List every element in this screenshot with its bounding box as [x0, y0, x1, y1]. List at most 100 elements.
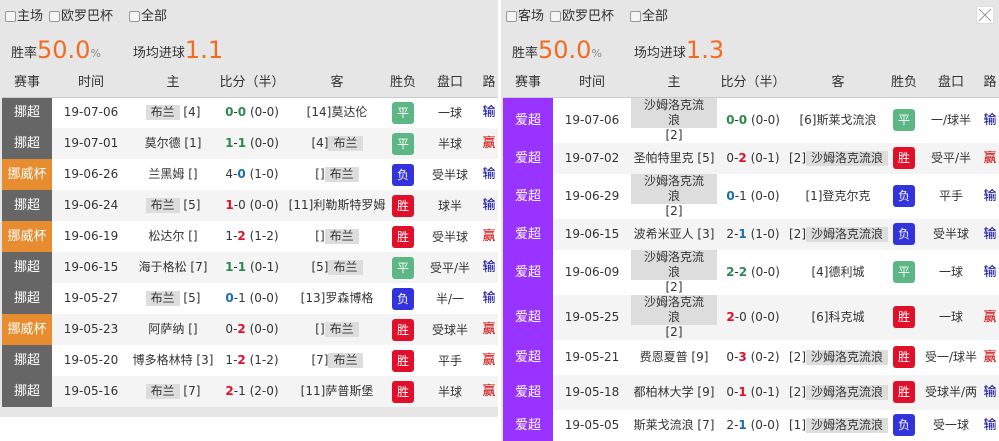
- league-cell[interactable]: 爱超: [503, 294, 553, 340]
- filter-away-checkbox[interactable]: 客场: [506, 9, 544, 25]
- league-cell[interactable]: 挪超: [2, 252, 52, 283]
- home-team-cell[interactable]: 莫尔德 [1]: [130, 128, 216, 159]
- away-team-cell[interactable]: [6]斯莱戈流浪: [789, 97, 887, 143]
- home-team-name[interactable]: 沙姆洛克流浪: [631, 294, 717, 325]
- home-team-name[interactable]: 费恩夏普: [640, 350, 688, 364]
- away-team-cell[interactable]: [6]科克城: [789, 294, 887, 340]
- away-team-name[interactable]: 布兰: [328, 136, 363, 151]
- table-row[interactable]: 挪超 19-07-06 布兰 [4] 0-0 (0-0) [14]莫达伦平一球输: [2, 97, 498, 128]
- home-team-cell[interactable]: 圣帕特里克 [5]: [631, 142, 717, 174]
- league-cell[interactable]: 爱超: [503, 97, 553, 143]
- away-team-name[interactable]: 布兰: [328, 260, 363, 275]
- home-team-cell[interactable]: 都柏林大学 [9]: [631, 374, 717, 410]
- away-team-name[interactable]: 布兰: [324, 167, 359, 182]
- away-team-name[interactable]: 萨普斯堡: [325, 384, 373, 398]
- home-team-name[interactable]: 布兰: [145, 291, 180, 306]
- filter-europa-checkbox[interactable]: 欧罗巴杯: [49, 9, 113, 25]
- table-row[interactable]: 挪超 19-05-16 布兰 [7] 2-1 (2-0) [11]萨普斯堡胜半球赢: [2, 376, 498, 407]
- home-team-cell[interactable]: 费恩夏普 [9]: [631, 339, 717, 375]
- table-row[interactable]: 挪超 19-07-01 莫尔德 [1] 1-1 (0-0) [4] 布兰平半球赢: [2, 128, 498, 159]
- table-row[interactable]: 爱超 19-05-05 斯莱戈流浪 [7] 2-1 (0-0) [1] 沙姆洛克流浪负受一…: [503, 409, 999, 441]
- home-team-name[interactable]: 都柏林大学: [634, 385, 694, 399]
- away-team-name[interactable]: 利勒斯特罗姆: [313, 198, 385, 212]
- table-row[interactable]: 爱超 19-07-02 圣帕特里克 [5] 0-2 (0-1) [2] 沙姆洛克流浪胜受平…: [503, 142, 999, 174]
- table-row[interactable]: 爱超 19-05-25 沙姆洛克流浪 [2] 2-0 (0-0) [6]科克城胜一球赢: [503, 294, 999, 340]
- home-team-cell[interactable]: 沙姆洛克流浪 [2]: [631, 249, 717, 295]
- away-team-cell[interactable]: [11]萨普斯堡: [288, 376, 386, 407]
- home-team-name[interactable]: 沙姆洛克流浪: [631, 249, 717, 280]
- table-row[interactable]: 爱超 19-05-21 费恩夏普 [9] 0-3 (0-2) [2] 沙姆洛克流浪胜受一/…: [503, 339, 999, 375]
- away-team-cell[interactable]: [2] 沙姆洛克流浪: [789, 218, 889, 250]
- away-team-name[interactable]: 罗森博格: [325, 291, 373, 305]
- table-row[interactable]: 爱超 19-06-29 沙姆洛克流浪 [2] 0-1 (0-0) [1]登克尔克负平手输: [503, 173, 999, 219]
- league-cell[interactable]: 爱超: [503, 374, 553, 410]
- table-row[interactable]: 挪超 19-05-27 布兰 [5] 0-1 (0-0) [13]罗森博格负半/一输: [2, 283, 498, 314]
- away-team-cell[interactable]: [4] 布兰: [288, 128, 386, 159]
- away-team-name[interactable]: 布兰: [324, 229, 359, 244]
- league-cell[interactable]: 挪超: [2, 345, 52, 376]
- league-cell[interactable]: 爱超: [503, 142, 553, 174]
- away-team-cell[interactable]: [13]罗森博格: [288, 283, 386, 314]
- league-cell[interactable]: 挪威杯: [2, 221, 52, 252]
- league-cell[interactable]: 爱超: [503, 218, 553, 250]
- home-team-cell[interactable]: 沙姆洛克流浪 [2]: [631, 97, 717, 143]
- away-team-cell[interactable]: [] 布兰: [288, 314, 386, 345]
- league-cell[interactable]: 挪威杯: [2, 314, 52, 345]
- away-team-name[interactable]: 登克尔克: [822, 189, 870, 203]
- home-team-cell[interactable]: 博多格林特 [3]: [130, 345, 216, 376]
- away-team-cell[interactable]: [4]德利城: [789, 249, 887, 295]
- away-team-cell[interactable]: [14]莫达伦: [288, 97, 386, 128]
- away-team-cell[interactable]: [1] 沙姆洛克流浪: [789, 409, 889, 441]
- league-cell[interactable]: 爱超: [503, 173, 553, 219]
- away-team-name[interactable]: 德利城: [828, 265, 864, 279]
- away-team-cell[interactable]: [] 布兰: [288, 221, 386, 252]
- home-team-cell[interactable]: 阿萨纳 []: [130, 314, 216, 345]
- away-team-name[interactable]: 布兰: [324, 322, 359, 337]
- home-team-name[interactable]: 圣帕特里克: [634, 151, 694, 165]
- home-team-name[interactable]: 沙姆洛克流浪: [631, 173, 717, 204]
- league-cell[interactable]: 挪超: [2, 97, 52, 128]
- filter-all-checkbox[interactable]: 全部: [630, 9, 668, 25]
- filter-all-checkbox[interactable]: 全部: [129, 9, 167, 25]
- away-team-cell[interactable]: [1]登克尔克: [789, 173, 887, 219]
- home-team-name[interactable]: 波希米亚人: [634, 227, 694, 241]
- close-button[interactable]: [976, 6, 994, 24]
- table-row[interactable]: 挪威杯 19-05-23 阿萨纳 [] 0-2 (0-0)[] 布兰胜受球半赢: [2, 314, 498, 345]
- league-cell[interactable]: 爱超: [503, 249, 553, 295]
- home-team-cell[interactable]: 布兰 [5]: [130, 283, 216, 314]
- away-team-cell[interactable]: [5] 布兰: [288, 252, 386, 283]
- away-team-cell[interactable]: [2] 沙姆洛克流浪: [789, 374, 889, 410]
- home-team-cell[interactable]: 布兰 [5]: [130, 190, 216, 221]
- away-team-name[interactable]: 沙姆洛克流浪: [806, 384, 889, 400]
- league-cell[interactable]: 爱超: [503, 339, 553, 375]
- league-cell[interactable]: 挪超: [2, 376, 52, 407]
- league-cell[interactable]: 挪超: [2, 128, 52, 159]
- away-team-name[interactable]: 莫达伦: [331, 105, 367, 119]
- home-team-name[interactable]: 布兰: [145, 198, 180, 213]
- table-row[interactable]: 挪超 19-06-15 海于格松 [7] 1-1 (0-1) [5] 布兰平受平/半输: [2, 252, 498, 283]
- filter-europa-checkbox[interactable]: 欧罗巴杯: [550, 9, 614, 25]
- home-team-cell[interactable]: 斯莱戈流浪 [7]: [631, 409, 717, 441]
- away-team-cell[interactable]: [2] 沙姆洛克流浪: [789, 142, 889, 174]
- home-team-name[interactable]: 松达尔: [148, 229, 184, 243]
- away-team-name[interactable]: 斯莱戈流浪: [816, 113, 876, 127]
- home-team-cell[interactable]: 沙姆洛克流浪 [2]: [631, 173, 717, 219]
- away-team-name[interactable]: 沙姆洛克流浪: [806, 226, 889, 242]
- away-team-name[interactable]: 沙姆洛克流浪: [806, 417, 889, 433]
- away-team-cell[interactable]: [2] 沙姆洛克流浪: [789, 339, 889, 375]
- home-team-cell[interactable]: 沙姆洛克流浪 [2]: [631, 294, 717, 340]
- home-team-name[interactable]: 博多格林特: [133, 353, 193, 367]
- home-team-cell[interactable]: 波希米亚人 [3]: [631, 218, 717, 250]
- home-team-name[interactable]: 海于格松: [139, 260, 187, 274]
- home-team-cell[interactable]: 海于格松 [7]: [130, 252, 216, 283]
- table-row[interactable]: 爱超 19-06-15 波希米亚人 [3] 2-1 (1-0) [2] 沙姆洛克流浪负受半…: [503, 218, 999, 250]
- home-team-cell[interactable]: 兰黑姆 []: [130, 159, 216, 190]
- home-team-name[interactable]: 沙姆洛克流浪: [631, 97, 717, 128]
- league-cell[interactable]: 挪超: [2, 190, 52, 221]
- filter-home-checkbox[interactable]: 主场: [5, 9, 43, 25]
- away-team-name[interactable]: 布兰: [328, 353, 363, 368]
- table-row[interactable]: 挪威杯 19-06-19 松达尔 [] 1-2 (1-2)[] 布兰胜受半球赢: [2, 221, 498, 252]
- home-team-cell[interactable]: 松达尔 []: [130, 221, 216, 252]
- table-row[interactable]: 爱超 19-07-06 沙姆洛克流浪 [2] 0-0 (0-0) [6]斯莱戈流浪平一/球…: [503, 97, 999, 143]
- home-team-name[interactable]: 莫尔德: [145, 136, 181, 150]
